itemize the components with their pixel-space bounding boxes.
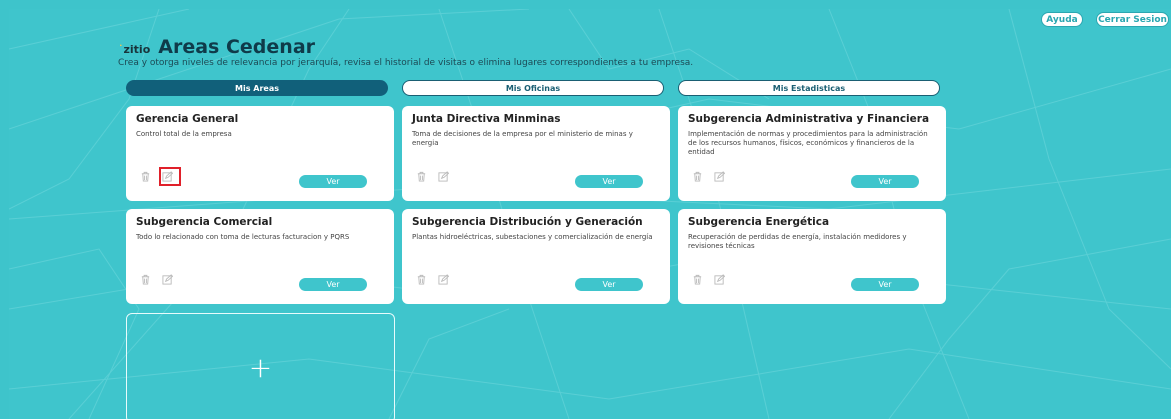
edit-icon[interactable] <box>162 274 173 285</box>
view-button[interactable]: Ver <box>575 175 643 188</box>
card-title: Gerencia General <box>136 113 239 125</box>
card-title: Junta Directiva Minminas <box>412 113 561 125</box>
view-button[interactable]: Ver <box>851 175 919 188</box>
tab-mis-oficinas[interactable]: Mis Oficinas <box>402 80 664 96</box>
trash-icon[interactable] <box>140 171 151 182</box>
view-button[interactable]: Ver <box>299 278 367 291</box>
logo: ˙zitio <box>118 43 151 56</box>
view-button[interactable]: Ver <box>299 175 367 188</box>
edit-highlight-box <box>159 167 181 186</box>
card-description: Todo lo relacionado con toma de lecturas… <box>136 233 350 241</box>
tab-mis-estadisticas[interactable]: Mis Estadisticas <box>678 80 940 96</box>
page-subtitle: Crea y otorga niveles de relevancia por … <box>118 58 694 68</box>
view-button[interactable]: Ver <box>575 278 643 291</box>
area-card-subgerencia-distribucion: Subgerencia Distribución y Generación Pl… <box>402 209 670 304</box>
area-card-junta-directiva: Junta Directiva Minminas Toma de decisio… <box>402 106 670 201</box>
help-button[interactable]: Ayuda <box>1041 12 1083 27</box>
view-button[interactable]: Ver <box>851 278 919 291</box>
card-title: Subgerencia Comercial <box>136 216 273 228</box>
card-description: Recuperación de perdidas de energía, ins… <box>688 233 907 250</box>
card-title: Subgerencia Administrativa y Financiera <box>688 113 930 125</box>
trash-icon[interactable] <box>416 171 427 182</box>
app-window: Ayuda Cerrar Sesion ˙zitio Areas Cedenar… <box>9 9 1171 419</box>
card-description: Toma de decisiones de la empresa por el … <box>412 130 633 147</box>
plus-icon[interactable]: + <box>249 354 272 382</box>
area-card-subgerencia-energetica: Subgerencia Energética Recuperación de p… <box>678 209 946 304</box>
edit-icon[interactable] <box>438 274 449 285</box>
area-card-gerencia-general: Gerencia General Control total de la emp… <box>126 106 394 201</box>
trash-icon[interactable] <box>692 274 703 285</box>
card-description: Implementación de normas y procedimiento… <box>688 130 928 156</box>
logout-button[interactable]: Cerrar Sesion <box>1096 12 1169 27</box>
area-card-subgerencia-comercial: Subgerencia Comercial Todo lo relacionad… <box>126 209 394 304</box>
card-title: Subgerencia Energética <box>688 216 830 228</box>
edit-icon[interactable] <box>714 171 725 182</box>
trash-icon[interactable] <box>416 274 427 285</box>
edit-icon[interactable] <box>714 274 725 285</box>
trash-icon[interactable] <box>692 171 703 182</box>
add-area-card[interactable]: + <box>126 313 395 419</box>
card-description: Control total de la empresa <box>136 130 232 138</box>
tab-mis-areas[interactable]: Mis Areas <box>126 80 388 96</box>
page-title: Areas Cedenar <box>158 36 316 58</box>
edit-icon[interactable] <box>438 171 449 182</box>
card-title: Subgerencia Distribución y Generación <box>412 216 643 228</box>
card-description: Plantas hidroeléctricas, subestaciones y… <box>412 233 653 241</box>
area-card-subgerencia-administrativa: Subgerencia Administrativa y Financiera … <box>678 106 946 201</box>
trash-icon[interactable] <box>140 274 151 285</box>
page-header: ˙zitio Areas Cedenar <box>118 36 315 58</box>
